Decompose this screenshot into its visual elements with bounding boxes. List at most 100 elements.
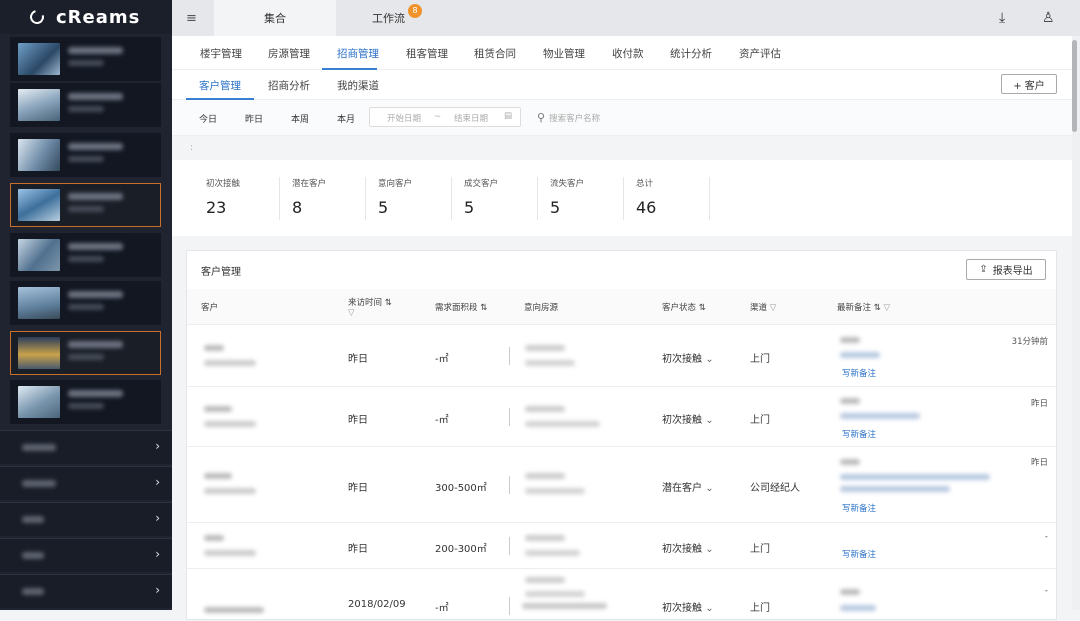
building-subtitle <box>68 156 104 162</box>
building-item[interactable] <box>10 380 161 424</box>
menu-collapse-icon[interactable]: ≡ <box>186 11 197 26</box>
channel: 上门 <box>750 544 770 555</box>
nav-asset-valuation[interactable]: 资产评估 <box>739 46 781 61</box>
table-header: 客户 来访时间 ⇅ ▽ 需求面积段 ⇅ 意向房源 客户状态 ⇅ 渠道 ▽ 最新备注… <box>187 289 1056 325</box>
col-latest-note[interactable]: 最新备注 ⇅ ▽ <box>837 301 890 313</box>
filter-icon[interactable]: ▽ <box>348 308 355 318</box>
nav-payments[interactable]: 收付款 <box>612 46 644 61</box>
table-row[interactable]: 昨日 -㎡ 初次接触 ⌄ 上门 写新备注 31分钟前 <box>187 325 1056 387</box>
subnav-leasing-analysis[interactable]: 招商分析 <box>268 78 310 93</box>
building-subtitle <box>68 60 104 66</box>
building-subtitle <box>68 106 104 112</box>
visit-time: 昨日 <box>348 483 368 494</box>
building-name <box>68 47 123 54</box>
sort-icon[interactable]: ⇅ <box>480 303 487 313</box>
date-range-picker[interactable]: 开始日期 ~ 结束日期 ▤ <box>369 107 521 127</box>
sort-icon[interactable]: ⇅ <box>699 303 706 313</box>
customer-name-redacted <box>204 406 232 412</box>
table-row[interactable]: 2018/02/09 -㎡ 初次接触 ⌄ 上门 - <box>187 569 1056 621</box>
filter-this-month[interactable]: 本月 <box>337 112 355 125</box>
separator-glyph: : <box>190 143 194 153</box>
building-item[interactable] <box>10 83 161 127</box>
building-item[interactable] <box>10 281 161 325</box>
building-item[interactable] <box>10 133 161 177</box>
customer-name-redacted <box>204 607 264 613</box>
col-customer: 客户 <box>201 303 219 313</box>
col-visit-time[interactable]: 来访时间 ⇅ ▽ <box>348 296 392 318</box>
filter-yesterday[interactable]: 昨日 <box>245 112 263 125</box>
nav-lease-contract[interactable]: 租赁合同 <box>474 46 516 61</box>
building-name <box>68 390 123 397</box>
stat-intent[interactable]: 意向客户 5 <box>366 177 452 220</box>
visit-time: 昨日 <box>348 415 368 426</box>
sidebar-group[interactable]: › <box>0 502 172 536</box>
table-row[interactable]: 昨日 200-300㎡ 初次接触 ⌄ 上门 写新备注 - <box>187 523 1056 569</box>
nav-leasing-management[interactable]: 招商管理 <box>337 46 379 61</box>
nav-statistics[interactable]: 统计分析 <box>670 46 712 61</box>
subnav-my-channels[interactable]: 我的渠道 <box>337 78 379 93</box>
status-dropdown[interactable]: 初次接触 ⌄ <box>662 411 714 426</box>
sort-icon[interactable]: ⇅ <box>874 303 881 313</box>
col-label: 最新备注 <box>837 303 872 313</box>
search-input[interactable]: ⚲ 搜索客户名称 <box>537 111 600 124</box>
property-detail-redacted <box>522 603 607 609</box>
stat-value: 46 <box>636 198 657 217</box>
add-customer-button[interactable]: + 客户 <box>1001 74 1057 94</box>
customer-phone-redacted <box>204 360 256 366</box>
building-item-selected[interactable] <box>10 183 161 227</box>
write-note-link[interactable]: 写新备注 <box>842 367 876 379</box>
col-channel[interactable]: 渠道 ▽ <box>750 301 776 313</box>
col-area[interactable]: 需求面积段 ⇅ <box>435 301 487 313</box>
stat-closed[interactable]: 成交客户 5 <box>452 177 538 220</box>
sidebar-group[interactable]: › <box>0 538 172 572</box>
stat-potential[interactable]: 潜在客户 8 <box>280 177 366 220</box>
building-subtitle <box>68 256 104 262</box>
status-dropdown[interactable]: 初次接触 ⌄ <box>662 599 714 614</box>
building-item-selected[interactable] <box>10 331 161 375</box>
col-status[interactable]: 客户状态 ⇅ <box>662 301 706 313</box>
divider <box>509 476 510 494</box>
nav-facility-management[interactable]: 物业管理 <box>543 46 585 61</box>
nav-tenant-management[interactable]: 租客管理 <box>406 46 448 61</box>
export-report-button[interactable]: ⇪ 报表导出 <box>966 259 1046 280</box>
top-bar: ≡ 集合 工作流 8 ⤓ ♙ <box>172 0 1080 36</box>
nav-building-management[interactable]: 楼宇管理 <box>200 46 242 61</box>
tab-collection[interactable]: 集合 <box>214 0 336 36</box>
sidebar-group[interactable]: › <box>0 466 172 500</box>
app-logo[interactable]: cReams <box>0 0 172 34</box>
calendar-icon[interactable]: ▤ <box>504 111 512 121</box>
filter-this-week[interactable]: 本周 <box>291 112 309 125</box>
status-dropdown[interactable]: 初次接触 ⌄ <box>662 350 714 365</box>
filter-today[interactable]: 今日 <box>199 112 217 125</box>
filter-icon[interactable]: ▽ <box>770 303 777 313</box>
nav-property-management[interactable]: 房源管理 <box>268 46 310 61</box>
user-icon[interactable]: ♙ <box>1042 10 1055 26</box>
tab-workflow[interactable]: 工作流 8 <box>336 0 458 36</box>
filter-icon[interactable]: ▽ <box>884 303 891 313</box>
write-note-link[interactable]: 写新备注 <box>842 428 876 440</box>
end-date-field[interactable]: 结束日期 <box>454 112 488 124</box>
table-row[interactable]: 昨日 -㎡ 初次接触 ⌄ 上门 写新备注 昨日 <box>187 387 1056 447</box>
sidebar-group[interactable]: › <box>0 430 172 464</box>
channel: 上门 <box>750 415 770 426</box>
sidebar: cReams › › › › › <box>0 0 172 610</box>
subnav-customer-management[interactable]: 客户管理 <box>199 78 241 93</box>
building-item[interactable] <box>10 37 161 81</box>
sort-icon[interactable]: ⇅ <box>385 298 392 308</box>
write-note-link[interactable]: 写新备注 <box>842 548 876 560</box>
stat-total[interactable]: 总计 46 <box>624 177 710 220</box>
stat-lost[interactable]: 流失客户 5 <box>538 177 624 220</box>
status-dropdown[interactable]: 初次接触 ⌄ <box>662 540 714 555</box>
scrollbar-thumb[interactable] <box>1072 40 1077 132</box>
stat-first-contact[interactable]: 初次接触 23 <box>194 177 280 220</box>
page-scrollbar[interactable] <box>1072 36 1080 610</box>
building-name <box>68 193 123 200</box>
building-item[interactable] <box>10 233 161 277</box>
building-thumbnail <box>18 386 60 418</box>
start-date-field[interactable]: 开始日期 <box>387 112 421 124</box>
sidebar-group[interactable]: › <box>0 574 172 608</box>
table-row[interactable]: 昨日 300-500㎡ 潜在客户 ⌄ 公司经纪人 写新备注 昨日 <box>187 447 1056 523</box>
download-icon[interactable]: ⤓ <box>999 10 1005 26</box>
write-note-link[interactable]: 写新备注 <box>842 502 876 514</box>
status-dropdown[interactable]: 潜在客户 ⌄ <box>662 479 714 494</box>
